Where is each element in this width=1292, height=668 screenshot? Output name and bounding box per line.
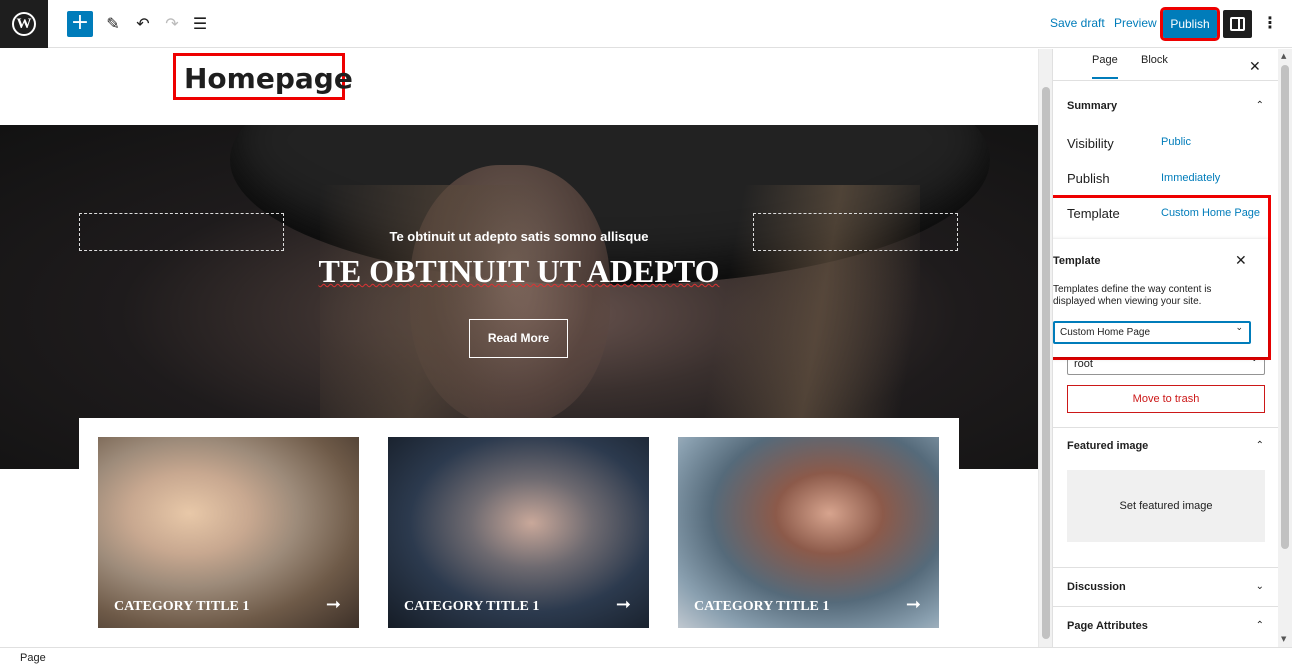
more-vertical-icon: ⋮	[1262, 13, 1278, 32]
block-breadcrumb-bar: Page	[0, 647, 1292, 668]
chevron-down-icon: ⌄	[1255, 581, 1264, 592]
template-select[interactable]: Custom Home Page ⌄	[1053, 321, 1251, 344]
redo-icon: ↷	[165, 14, 179, 33]
publish-date-toggle[interactable]: Immediately	[1161, 172, 1220, 184]
publish-button[interactable]: Publish	[1160, 7, 1220, 41]
category-card[interactable]: CATEGORY TITLE 1 ➞	[388, 437, 649, 628]
save-draft-button[interactable]: Save draft	[1050, 16, 1105, 30]
breadcrumb-page[interactable]: Page	[20, 652, 46, 664]
tab-block[interactable]: Block	[1141, 54, 1168, 66]
close-sidebar-button[interactable]: ✕	[1249, 59, 1261, 75]
arrow-right-icon: ➞	[615, 594, 631, 615]
arrow-right-icon: ➞	[325, 594, 341, 615]
page-attributes-panel-toggle[interactable]: Page Attributes	[1067, 620, 1148, 632]
template-popover-description: Templates define the way content is disp…	[1053, 284, 1212, 307]
read-more-button[interactable]: Read More	[469, 319, 568, 358]
edit-tool-button[interactable]: ✎	[102, 12, 124, 36]
hero-heading-text: TE OBTINUIT UT ADEPTO	[318, 253, 720, 289]
redo-button[interactable]: ↷	[161, 12, 183, 36]
template-popover: Template ✕ Templates define the way cont…	[1053, 239, 1268, 357]
category-cards-container: CATEGORY TITLE 1 ➞ CATEGORY TITLE 1 ➞ CA…	[79, 418, 959, 647]
sidebar-tabs: Page Block ✕	[1053, 49, 1279, 81]
sidebar-panel-icon	[1230, 17, 1245, 31]
editor-scrollbar-thumb[interactable]	[1042, 87, 1050, 639]
undo-icon: ↶	[136, 14, 150, 33]
add-block-button[interactable]: +	[67, 11, 93, 37]
divider	[1053, 427, 1279, 428]
chevron-up-icon: ⌃	[1255, 100, 1264, 111]
move-to-trash-button[interactable]: Move to trash	[1067, 385, 1265, 413]
close-popover-button[interactable]: ✕	[1235, 253, 1247, 269]
undo-button[interactable]: ↶	[132, 12, 154, 36]
wordpress-icon: W	[12, 12, 36, 36]
page-title-block[interactable]: Homepage	[173, 53, 353, 100]
category-card[interactable]: CATEGORY TITLE 1 ➞	[678, 437, 939, 628]
discussion-panel-toggle[interactable]: Discussion	[1067, 581, 1126, 593]
page-title[interactable]: Homepage	[184, 62, 353, 95]
wordpress-logo-button[interactable]: W	[0, 0, 48, 48]
chevron-down-icon: ⌄	[1235, 323, 1243, 333]
list-view-icon: ☰	[192, 14, 208, 33]
publish-label: Publish	[1067, 171, 1110, 186]
visibility-toggle[interactable]: Public	[1161, 136, 1191, 148]
settings-sidebar: Page Block ✕ Summary ⌃ Visibility Public…	[1052, 49, 1292, 647]
document-overview-button[interactable]: ☰	[189, 12, 211, 36]
sidebar-scrollbar-thumb[interactable]	[1281, 65, 1289, 549]
settings-toggle-button[interactable]	[1223, 10, 1252, 38]
set-featured-image-button[interactable]: Set featured image	[1067, 470, 1265, 542]
divider	[1053, 567, 1279, 568]
options-menu-button[interactable]: ⋮	[1262, 12, 1278, 36]
divider	[1053, 606, 1279, 607]
top-toolbar: W + ✎ ↶ ↷ ☰ Save draft Preview Publish ⋮	[0, 0, 1292, 48]
pencil-icon: ✎	[106, 14, 120, 33]
arrow-right-icon: ➞	[905, 594, 921, 615]
category-card[interactable]: CATEGORY TITLE 1 ➞	[98, 437, 359, 628]
sidebar-scrollbar[interactable]: ▲ ▼	[1278, 49, 1292, 647]
visibility-label: Visibility	[1067, 136, 1114, 151]
chevron-up-icon: ⌃	[1255, 620, 1264, 631]
editor-scrollbar[interactable]	[1038, 49, 1052, 647]
scroll-down-icon[interactable]: ▼	[1281, 635, 1286, 643]
hero-subtitle[interactable]: Te obtinuit ut adepto satis somno allisq…	[0, 229, 1038, 244]
scroll-up-icon[interactable]: ▲	[1281, 52, 1286, 60]
featured-image-panel-toggle[interactable]: Featured image	[1067, 440, 1148, 452]
template-popover-title: Template	[1053, 255, 1101, 267]
category-card-title: CATEGORY TITLE 1	[404, 599, 540, 614]
close-icon: ✕	[1235, 253, 1247, 269]
plus-icon: +	[70, 10, 90, 35]
category-card-title: CATEGORY TITLE 1	[114, 599, 250, 614]
tab-page[interactable]: Page	[1092, 54, 1118, 79]
editor-canvas: Homepage Te obtinuit ut adepto satis som…	[0, 49, 1038, 647]
close-icon: ✕	[1249, 59, 1261, 75]
category-card-title: CATEGORY TITLE 1	[694, 599, 830, 614]
hero-heading[interactable]: TE OBTINUIT UT ADEPTO	[0, 253, 1038, 290]
template-select-value: Custom Home Page	[1060, 327, 1151, 338]
summary-panel-toggle[interactable]: Summary	[1067, 100, 1117, 112]
preview-button[interactable]: Preview	[1114, 16, 1157, 30]
chevron-up-icon: ⌃	[1255, 440, 1264, 451]
